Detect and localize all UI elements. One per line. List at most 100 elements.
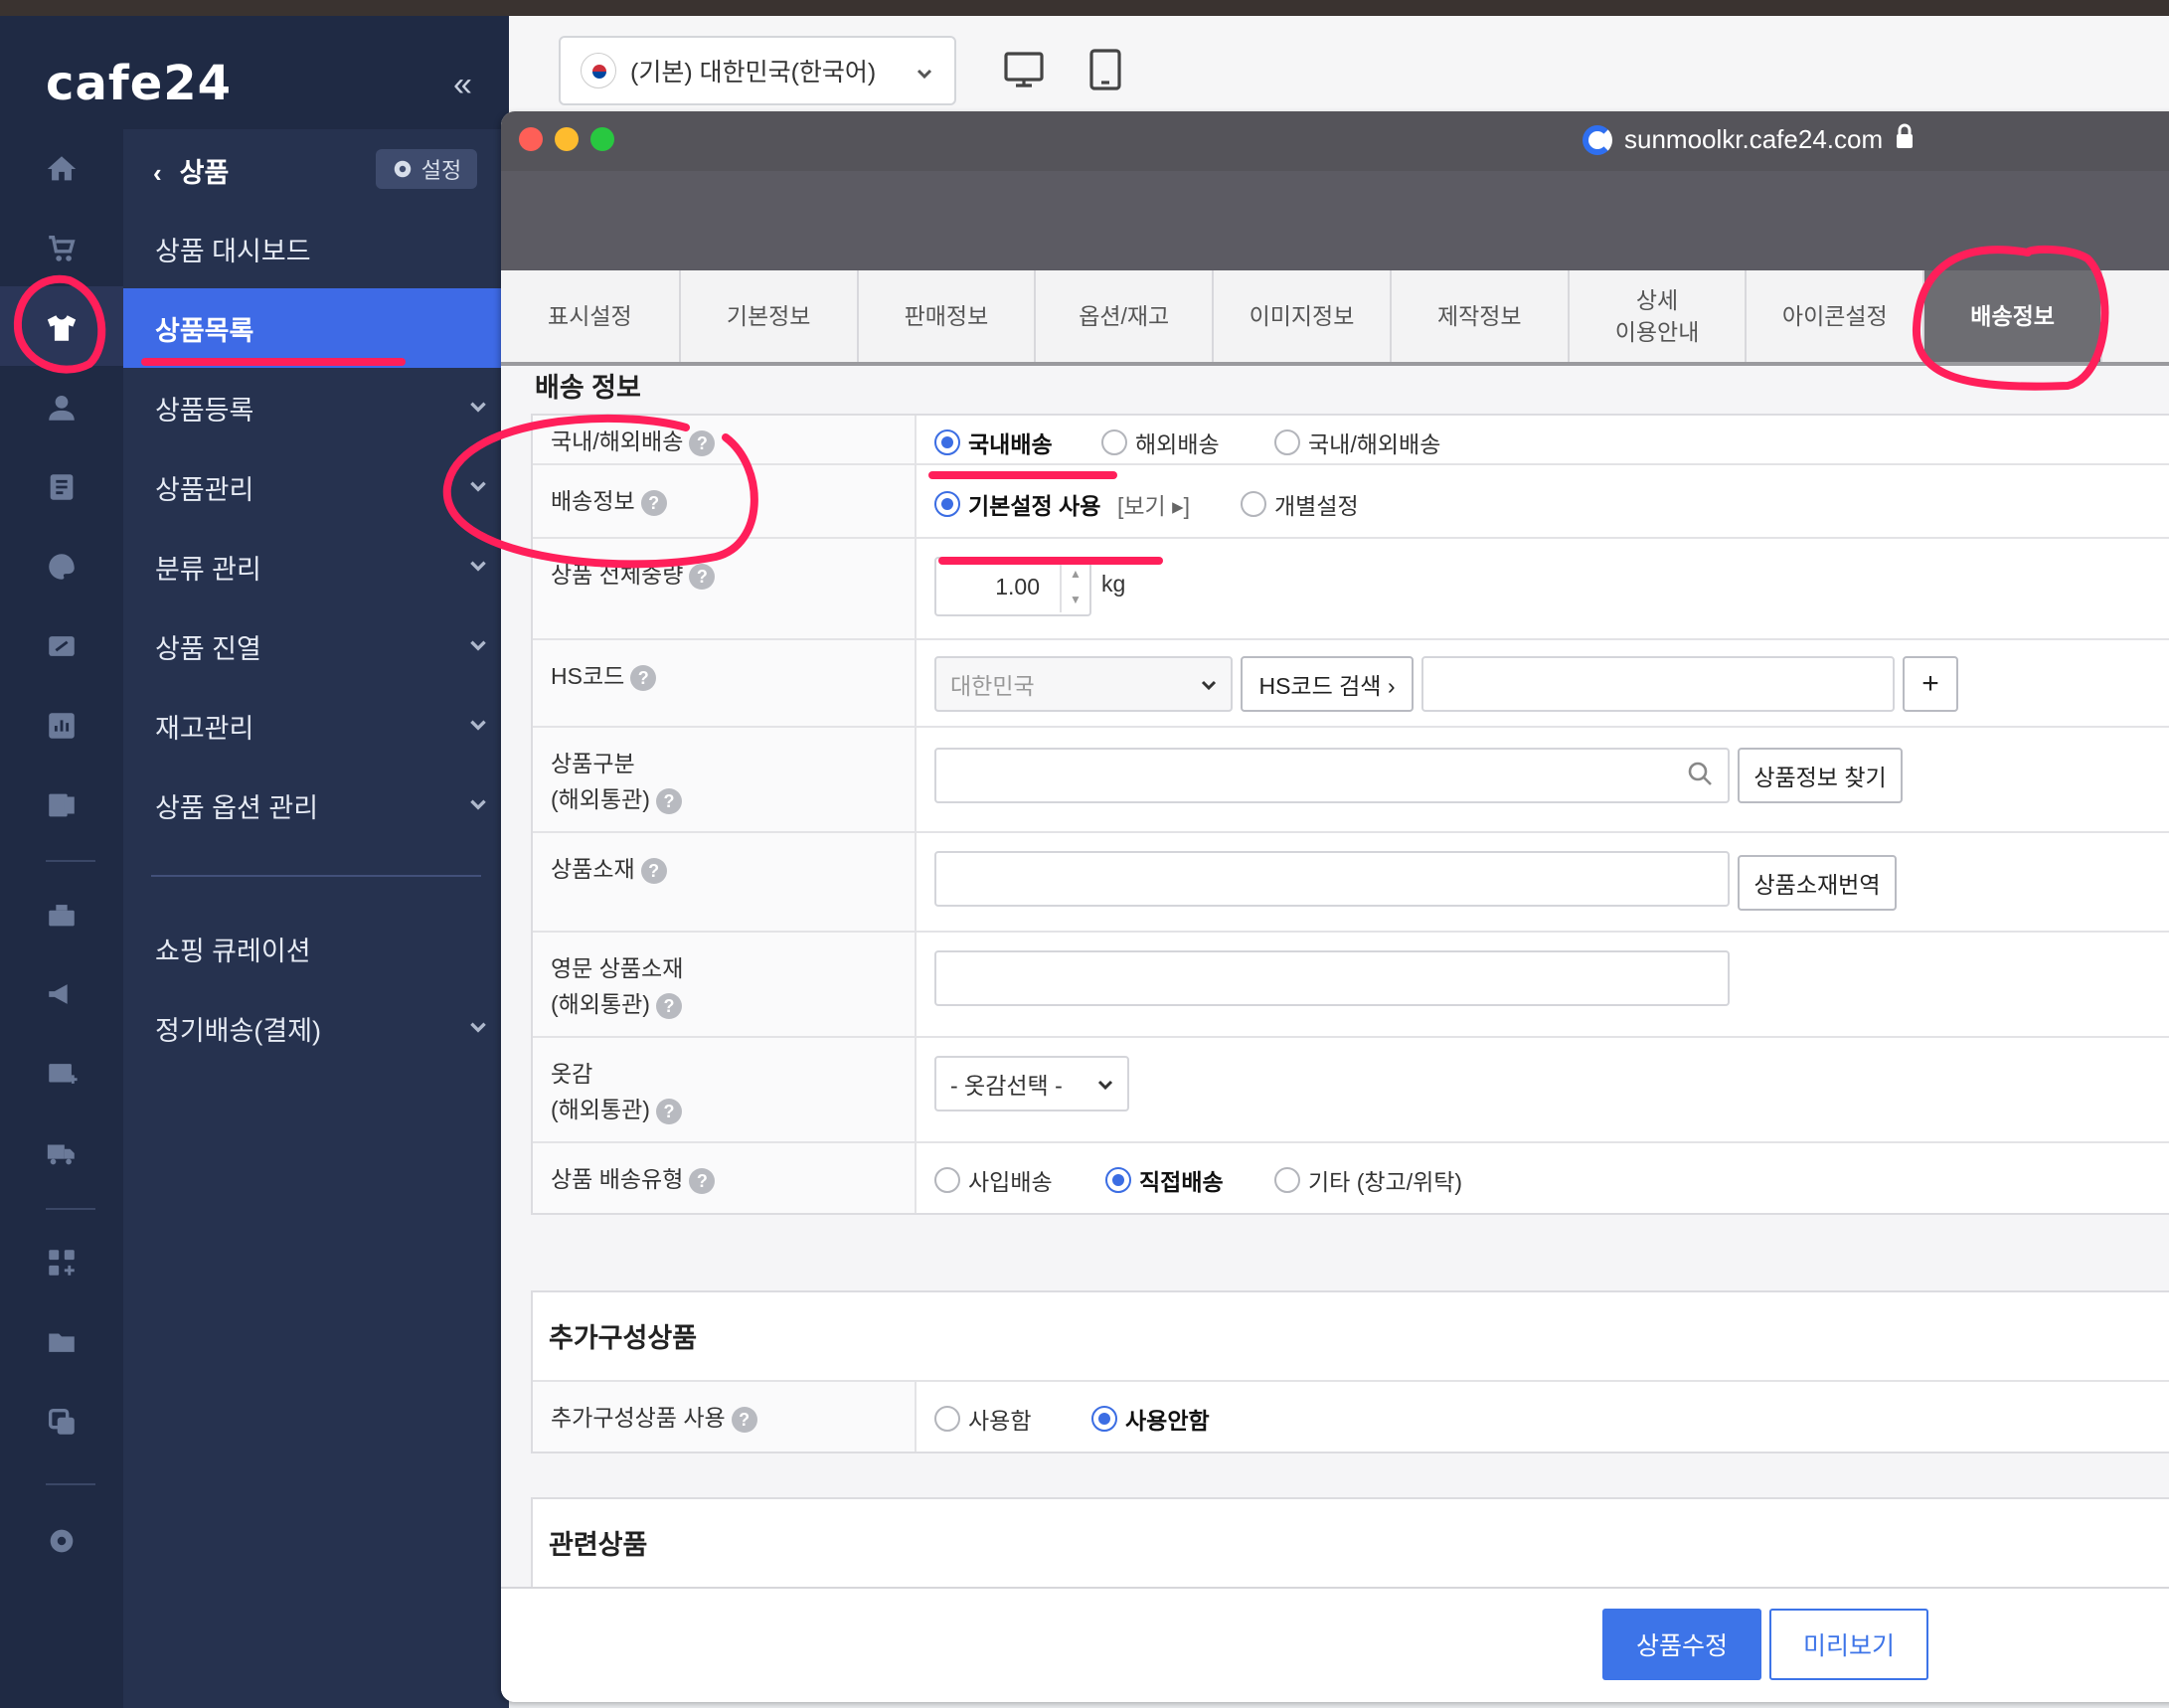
menu-item-inventory[interactable]: 재고관리 bbox=[123, 686, 509, 766]
add-folder-icon[interactable] bbox=[42, 1322, 82, 1362]
addon-title-row: 추가구성상품 bbox=[533, 1292, 2169, 1382]
menu-item-dashboard[interactable]: 상품 대시보드 bbox=[123, 209, 509, 288]
help-icon[interactable]: ? bbox=[655, 992, 682, 1019]
radio-button[interactable] bbox=[1105, 1167, 1131, 1193]
tab-detail-guide[interactable]: 상세 이용안내 bbox=[1570, 270, 1748, 362]
preview-button[interactable]: 미리보기 bbox=[1769, 1609, 1928, 1680]
menu-item-category[interactable]: 분류 관리 bbox=[123, 527, 509, 606]
radio-button[interactable] bbox=[934, 1406, 960, 1432]
menu-item-curation[interactable]: 쇼핑 큐레이션 bbox=[123, 909, 509, 988]
help-icon[interactable]: ? bbox=[640, 857, 667, 884]
menu-item-product-register[interactable]: 상품등록 bbox=[123, 368, 509, 447]
update-product-button[interactable]: 상품수정 bbox=[1602, 1609, 1761, 1680]
help-icon[interactable]: ? bbox=[640, 489, 667, 516]
radio-purchase-shipping[interactable]: 사입배송 bbox=[934, 1163, 1053, 1197]
apps-icon[interactable] bbox=[42, 1243, 82, 1282]
hs-code-input[interactable] bbox=[1421, 656, 1895, 712]
country-select[interactable]: 대한민국 bbox=[934, 656, 1233, 712]
search-icon[interactable] bbox=[1686, 760, 1714, 793]
form-row-product-category: 상품구분 (해외통관)? 상품정보 찾기 bbox=[533, 728, 2169, 833]
language-select[interactable]: (기본) 대한민국(한국어) bbox=[559, 36, 956, 105]
user-icon[interactable] bbox=[42, 388, 82, 427]
back-chevron-icon[interactable]: ‹ bbox=[153, 158, 162, 188]
find-product-info-button[interactable]: 상품정보 찾기 bbox=[1738, 748, 1903, 803]
help-icon[interactable]: ? bbox=[630, 664, 657, 691]
menu-item-product-manage[interactable]: 상품관리 bbox=[123, 447, 509, 527]
menu-item-options[interactable]: 상품 옵션 관리 bbox=[123, 766, 509, 845]
material-input[interactable] bbox=[934, 851, 1730, 907]
radio-button[interactable] bbox=[1274, 1167, 1300, 1193]
radio-button[interactable] bbox=[934, 1167, 960, 1193]
view-link[interactable]: [보기 ▸] bbox=[1117, 487, 1190, 521]
weight-stepper[interactable]: ▲ ▼ bbox=[1060, 561, 1089, 612]
tab-basic[interactable]: 기본정보 bbox=[681, 270, 859, 362]
hs-code-search-button[interactable]: HS코드 검색 › bbox=[1241, 656, 1414, 712]
radio-domestic[interactable]: 국내배송 bbox=[934, 426, 1053, 459]
home-icon[interactable] bbox=[42, 149, 82, 189]
tab-icons[interactable]: 아이콘설정 bbox=[1747, 270, 1925, 362]
menu-item-subscription[interactable]: 정기배송(결제) bbox=[123, 988, 509, 1068]
maximize-window-button[interactable] bbox=[590, 127, 614, 151]
radio-other-shipping[interactable]: 기타 (창고/위탁) bbox=[1274, 1163, 1462, 1197]
radio-addon-use[interactable]: 사용함 bbox=[934, 1402, 1031, 1436]
tshirt-icon[interactable] bbox=[42, 308, 82, 348]
stats-icon[interactable] bbox=[42, 706, 82, 746]
menu-item-product-list[interactable]: 상품목록 bbox=[123, 288, 509, 368]
megaphone-icon[interactable] bbox=[42, 974, 82, 1014]
excel-icon[interactable] bbox=[42, 785, 82, 825]
cart-icon[interactable] bbox=[42, 229, 82, 268]
store-icon[interactable] bbox=[42, 895, 82, 935]
help-icon[interactable]: ? bbox=[689, 1167, 716, 1194]
help-icon[interactable]: ? bbox=[689, 429, 716, 456]
copy-icon[interactable] bbox=[42, 1402, 82, 1442]
tablet-icon[interactable] bbox=[1085, 48, 1125, 96]
radio-direct-shipping[interactable]: 직접배송 bbox=[1105, 1163, 1224, 1197]
chevron-down-icon bbox=[467, 394, 489, 416]
stepper-down-icon[interactable]: ▼ bbox=[1070, 593, 1082, 606]
add-hs-code-button[interactable]: + bbox=[1903, 656, 1958, 712]
help-icon[interactable]: ? bbox=[689, 563, 716, 590]
minimize-window-button[interactable] bbox=[555, 127, 579, 151]
delivery-truck-icon[interactable] bbox=[42, 1133, 82, 1173]
radio-button[interactable] bbox=[1241, 491, 1266, 517]
radio-button[interactable] bbox=[1274, 429, 1300, 455]
cafe24-logo[interactable]: cafe24 bbox=[46, 56, 232, 111]
add-store-icon[interactable] bbox=[42, 1054, 82, 1094]
settings-button[interactable]: 설정 bbox=[376, 149, 477, 189]
radio-both[interactable]: 국내/해외배송 bbox=[1274, 426, 1440, 459]
tab-display[interactable]: 표시설정 bbox=[501, 270, 681, 362]
desktop-icon[interactable] bbox=[1002, 48, 1046, 96]
menu-divider bbox=[151, 875, 481, 877]
tab-sales[interactable]: 판매정보 bbox=[859, 270, 1037, 362]
product-category-input[interactable] bbox=[934, 748, 1730, 803]
tab-options[interactable]: 옵션/재고 bbox=[1036, 270, 1215, 362]
board-icon[interactable] bbox=[42, 467, 82, 507]
close-window-button[interactable] bbox=[519, 127, 543, 151]
help-icon[interactable]: ? bbox=[655, 787, 682, 814]
collapse-sidebar-icon[interactable]: « bbox=[453, 66, 472, 104]
stepper-up-icon[interactable]: ▲ bbox=[1070, 567, 1082, 581]
fabric-select[interactable]: - 옷감선택 - bbox=[934, 1056, 1129, 1111]
radio-button[interactable] bbox=[934, 491, 960, 517]
radio-button[interactable] bbox=[934, 429, 960, 455]
help-icon[interactable]: ? bbox=[731, 1406, 757, 1433]
radio-button[interactable] bbox=[1101, 429, 1127, 455]
material-en-input[interactable] bbox=[934, 950, 1730, 1006]
tab-images[interactable]: 이미지정보 bbox=[1214, 270, 1392, 362]
tab-production[interactable]: 제작정보 bbox=[1392, 270, 1570, 362]
menu-item-display[interactable]: 상품 진열 bbox=[123, 606, 509, 686]
address-bar[interactable]: sunmoolkr.cafe24.com bbox=[1583, 123, 1915, 156]
gear-icon[interactable] bbox=[42, 1521, 82, 1561]
help-icon[interactable]: ? bbox=[655, 1098, 682, 1124]
radio-addon-not-use[interactable]: 사용안함 bbox=[1091, 1402, 1210, 1436]
radio-individual-settings[interactable]: 개별설정 bbox=[1241, 487, 1359, 521]
translate-material-button[interactable]: 상품소재번역 bbox=[1738, 855, 1897, 911]
radio-overseas[interactable]: 해외배송 bbox=[1101, 426, 1220, 459]
menu-header[interactable]: ‹ 상품 bbox=[153, 151, 229, 190]
palette-icon[interactable] bbox=[42, 547, 82, 587]
promotion-icon[interactable] bbox=[42, 626, 82, 666]
weight-unit: kg bbox=[1101, 571, 1126, 597]
radio-default-settings[interactable]: 기본설정 사용 bbox=[934, 487, 1100, 521]
tab-shipping[interactable]: 배송정보 bbox=[1924, 270, 2102, 362]
radio-button[interactable] bbox=[1091, 1406, 1117, 1432]
